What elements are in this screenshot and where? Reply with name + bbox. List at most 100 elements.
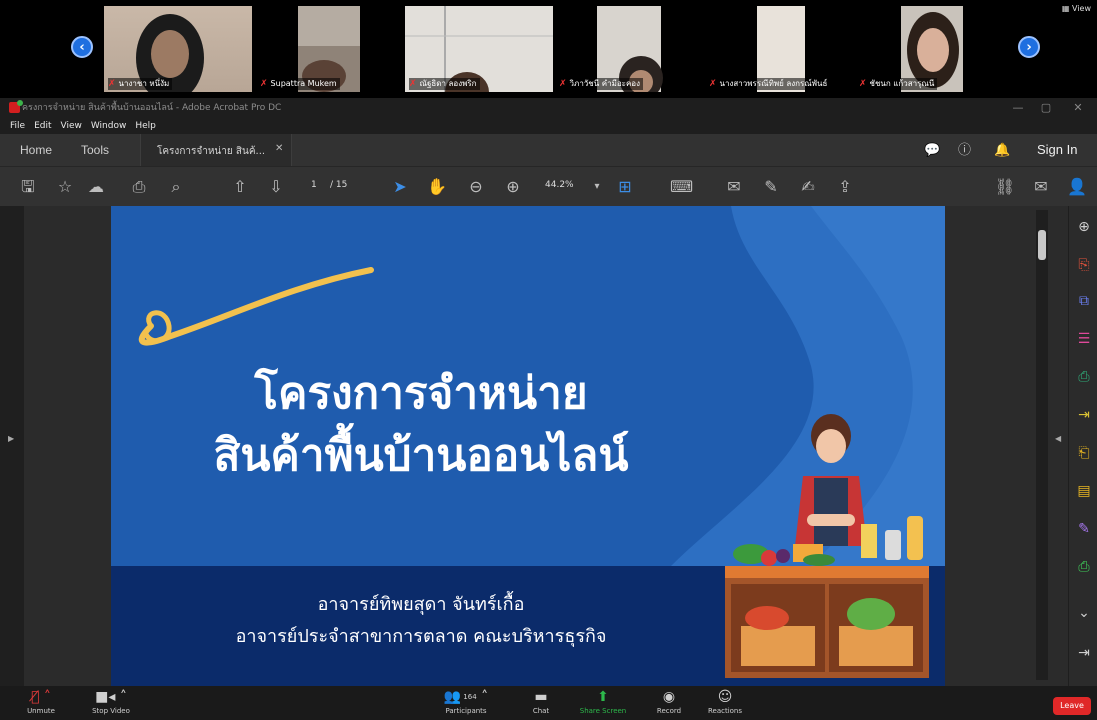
leave-meeting-button[interactable]: Leave [1053, 697, 1091, 715]
share-screen-button[interactable]: ⬆ Share Screen [568, 688, 638, 716]
collapse-pane-icon[interactable]: ⇥ [1075, 644, 1093, 662]
vertical-scrollbar[interactable] [1036, 210, 1048, 680]
menu-edit[interactable]: Edit [34, 118, 51, 134]
combine-files-icon[interactable]: ⧉ [1075, 292, 1093, 310]
participant-name: ✗ ชัชนก แก้วสารุณนี [859, 78, 938, 90]
close-window-button[interactable]: ✕ [1063, 98, 1093, 118]
mic-muted-icon: ✗ [260, 79, 268, 89]
export-pdf-icon[interactable]: ⇥ [1075, 406, 1093, 424]
view-button[interactable]: ▦ View [1062, 4, 1091, 13]
meeting-controls-bar: 🎙̸ ˄ Unmute ■◂ ˄ Stop Video 👥 164 ˄ Parti… [0, 686, 1097, 720]
more-tools-chevron-icon[interactable]: ⌄ [1075, 604, 1093, 622]
upload-cloud-icon[interactable]: ☁ [85, 177, 107, 197]
page-number-input[interactable]: 1 [311, 180, 317, 190]
mic-muted-icon: 🎙̸ ˄ [31, 689, 51, 705]
zoom-in-icon[interactable]: ⊕ [502, 177, 524, 197]
next-page-icon[interactable]: ⇩ [265, 177, 287, 197]
hand-tool-icon[interactable]: ✋ [426, 177, 448, 197]
chevron-right-icon: › [1026, 39, 1032, 55]
menu-file[interactable]: File [10, 118, 25, 134]
fill-sign-icon[interactable]: ⎗ [1075, 444, 1093, 462]
slide-author: อาจารย์ทิพยสุดา จันทร์เกื้อ [317, 594, 525, 615]
chevron-down-icon[interactable]: ▾ [586, 177, 608, 197]
zoom-level-dropdown[interactable]: 44.2% [545, 180, 574, 190]
tab-tools[interactable]: Tools [81, 143, 109, 157]
slide-department: อาจารย์ประจำสาขาการตลาด คณะบริหารธุรกิจ [235, 626, 607, 647]
highlight-pen-icon[interactable]: ✎ [760, 177, 782, 197]
participant-name: ✗ นางาชา หนึ่งัม [108, 78, 173, 90]
print-icon[interactable]: ⎙ [128, 177, 150, 197]
scroll-mode-icon[interactable]: ⌨ [670, 177, 693, 197]
signature-icon[interactable]: ✎ [1075, 520, 1093, 538]
add-comment-icon[interactable]: ✉ [723, 177, 745, 197]
menu-window[interactable]: Window [91, 118, 127, 134]
video-tile[interactable]: ✗ Supattra Mukem [256, 6, 404, 92]
add-user-icon[interactable]: 👤 [1066, 177, 1088, 197]
close-tab-icon[interactable]: ✕ [275, 143, 283, 154]
stop-video-button[interactable]: ■◂ ˄ Stop Video [76, 688, 146, 716]
create-pdf-icon[interactable]: ⎘ [1075, 256, 1093, 274]
menu-bar: File Edit View Window Help [0, 118, 1097, 134]
sign-icon[interactable]: ✍ [797, 177, 819, 197]
participants-icon: 👥 164 ˄ [443, 689, 489, 705]
gallery-prev-page-button[interactable]: ‹ [71, 36, 93, 58]
reactions-smiley-icon: ☺ [717, 689, 733, 705]
search-zoom-icon[interactable]: ⌕ [165, 177, 187, 197]
participants-button[interactable]: 👥 164 ˄ Participants [431, 688, 501, 716]
menu-help[interactable]: Help [135, 118, 156, 134]
comment-icon[interactable]: 💬 [924, 142, 940, 158]
tab-bar: Home Tools โครงการจำหน่าย สินค้... ✕ 💬 ⓘ… [0, 134, 1097, 166]
grid-icon: ▦ [1061, 4, 1073, 13]
chat-button[interactable]: ▬ Chat [506, 688, 576, 716]
maximize-button[interactable]: ▢ [1031, 98, 1061, 118]
gallery-next-page-button[interactable]: › [1018, 36, 1040, 58]
participant-name: ✗ Supattra Mukem [260, 78, 340, 90]
video-tile[interactable]: ✗ ชัชนก แก้วสารุณนี [855, 6, 1003, 92]
chevron-left-icon: ‹ [79, 39, 85, 55]
participant-name: ✗ วิภาวัชนี คำมีอะคอง [559, 78, 644, 90]
tab-home[interactable]: Home [20, 143, 52, 157]
toolbar: 🖫 ☆ ☁ ⎙ ⌕ ⇧ ⇩ 1 / 15 ➤ ✋ ⊖ ⊕ 44.2% ▾ ⊞ ⌨… [0, 166, 1097, 206]
fit-page-icon[interactable]: ⊞ [614, 177, 636, 197]
unmute-button[interactable]: 🎙̸ ˄ Unmute [6, 688, 76, 716]
scrollbar-thumb[interactable] [1038, 230, 1046, 260]
help-icon[interactable]: ⓘ [958, 142, 971, 158]
video-gallery-strip: ‹ ✗ นางาชา หนึ่งัม ✗ Supattra Mukem ✗ ณัฐธิ… [0, 0, 1097, 98]
left-pane-toggle[interactable]: ▶ [0, 206, 24, 686]
sign-in-link[interactable]: Sign In [1037, 142, 1077, 157]
email-icon[interactable]: ✉ [1030, 177, 1052, 197]
zoom-out-icon[interactable]: ⊖ [465, 177, 487, 197]
slide-title-line-2: สินค้าพื้นบ้านออนไลน์ [213, 430, 629, 481]
mic-muted-icon: ✗ [409, 79, 417, 89]
save-icon[interactable]: 🖫 [17, 177, 39, 197]
video-tile[interactable]: ✗ นางาชา หนึ่งัม [104, 6, 252, 92]
notification-bell-icon[interactable]: 🔔 [994, 142, 1010, 158]
organize-pages-icon[interactable]: ☰ [1075, 330, 1093, 348]
pdf-page-slide: โครงการจำหน่าย สินค้าพื้นบ้านออนไลน์ อาจ… [111, 206, 945, 686]
share-screen-icon: ⬆ [597, 689, 609, 705]
video-camera-icon: ■◂ ˄ [95, 689, 127, 705]
mic-muted-icon: ✗ [709, 79, 717, 89]
link-icon[interactable]: ⛓ [994, 177, 1016, 197]
video-tile[interactable]: ✗ ณัฐธิดา ลองพริก [405, 6, 553, 92]
bookmark-star-icon[interactable]: ☆ [54, 177, 76, 197]
reactions-button[interactable]: ☺ Reactions [690, 688, 760, 716]
minimize-button[interactable]: — [1003, 98, 1033, 118]
right-tools-pane: ⊕ ⎘ ⧉ ☰ ⎙ ⇥ ⎗ ▤ ✎ ⎙ ⌄ ⇥ [1068, 206, 1097, 686]
select-cursor-icon[interactable]: ➤ [389, 177, 411, 197]
right-pane-toggle-icon[interactable]: ◀ [1055, 434, 1061, 443]
comment-tool-icon[interactable]: ▤ [1075, 482, 1093, 500]
menu-view[interactable]: View [61, 118, 82, 134]
video-tile[interactable]: ✗ นางสาวพรรณีทิพย์ ลงกรณ์พันธ์ [705, 6, 853, 92]
video-tile[interactable]: ✗ วิภาวัชนี คำมีอะคอง [555, 6, 703, 92]
share-icon[interactable]: ⇪ [834, 177, 856, 197]
search-tool-icon[interactable]: ⊕ [1075, 218, 1093, 236]
edit-pdf-icon[interactable]: ⎙ [1075, 368, 1093, 386]
print-production-icon[interactable]: ⎙ [1075, 558, 1093, 576]
tab-document[interactable]: โครงการจำหน่าย สินค้... ✕ [140, 134, 292, 166]
participant-name: ✗ นางสาวพรรณีทิพย์ ลงกรณ์พันธ์ [709, 78, 831, 90]
document-area: ▶ โครงการจำหน่าย สินค้าพื้นบ้านออนไลน์ อ… [0, 206, 1097, 686]
mic-muted-icon: ✗ [108, 79, 116, 89]
previous-page-icon[interactable]: ⇧ [229, 177, 251, 197]
mic-muted-icon: ✗ [859, 79, 867, 89]
